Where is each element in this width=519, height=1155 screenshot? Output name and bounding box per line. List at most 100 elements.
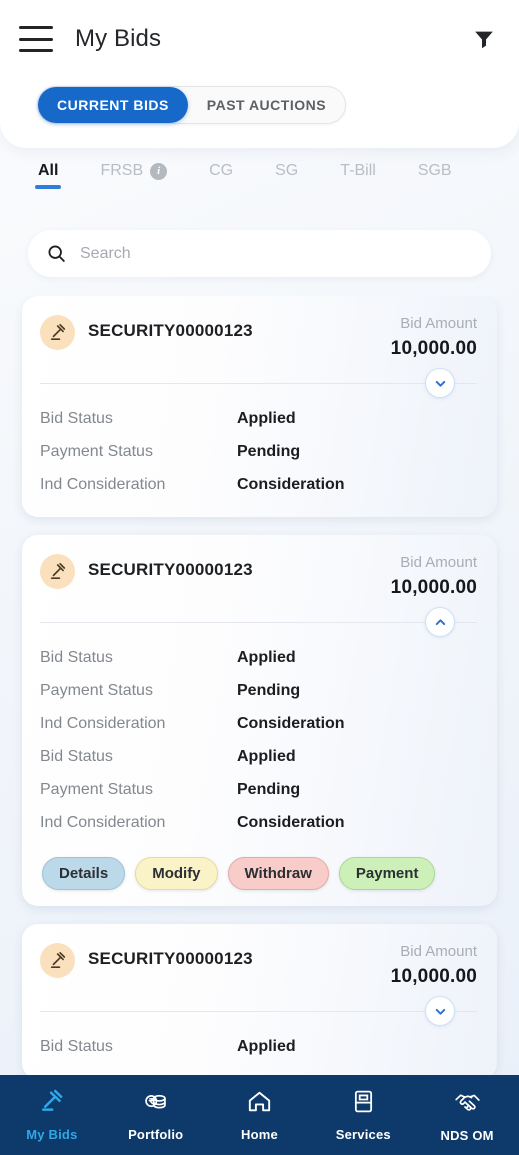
tab-cg[interactable]: CG xyxy=(209,162,233,189)
info-icon[interactable]: i xyxy=(150,162,168,180)
tab-all[interactable]: All xyxy=(35,162,62,189)
filter-funnel-icon[interactable] xyxy=(471,26,497,52)
category-tabs: All FRSB i CG SG T-Bill SGB xyxy=(0,162,519,208)
tab-active-underline xyxy=(35,185,62,189)
bids-segmented-control[interactable]: CURRENT BIDS PAST AUCTIONS xyxy=(37,86,347,124)
bid-card-header: SECURITY00000123 Bid Amount 10,000.00 xyxy=(40,314,477,360)
bid-amount-value: 10,000.00 xyxy=(390,966,477,987)
bid-amount-block: Bid Amount 10,000.00 xyxy=(391,942,477,988)
nav-label: Home xyxy=(241,1127,278,1142)
detail-row: Payment Status Pending xyxy=(40,674,477,707)
detail-value: Applied xyxy=(237,747,296,765)
bid-amount-block: Bid Amount 10,000.00 xyxy=(391,553,477,599)
detail-label: Ind Consideration xyxy=(40,475,166,493)
card-divider-area xyxy=(40,607,477,637)
segment-past-auctions[interactable]: PAST AUCTIONS xyxy=(188,87,345,123)
bid-amount-value: 10,000.00 xyxy=(390,338,477,359)
detail-value: Pending xyxy=(237,681,301,699)
bid-amount-label: Bid Amount xyxy=(400,315,477,332)
tab-frsb-label: FRSB xyxy=(100,162,144,179)
page-title: My Bids xyxy=(75,25,162,52)
hamburger-menu-icon[interactable] xyxy=(19,26,53,52)
gavel-icon xyxy=(40,554,75,589)
detail-row: Bid Status Applied xyxy=(40,402,477,435)
search-input[interactable] xyxy=(80,244,491,263)
nav-item-my-bids[interactable]: My Bids xyxy=(0,1075,104,1155)
bid-detail-rows: Bid Status Applied Payment Status Pendin… xyxy=(40,402,477,501)
home-icon xyxy=(246,1088,273,1120)
segment-current-bids[interactable]: CURRENT BIDS xyxy=(38,87,188,123)
payment-button[interactable]: Payment xyxy=(338,857,436,890)
detail-value: Pending xyxy=(237,780,301,798)
tab-t-bill-label: T-Bill xyxy=(340,162,376,179)
search-icon xyxy=(46,243,67,264)
tab-sgb[interactable]: SGB xyxy=(418,162,452,189)
detail-label: Bid Status xyxy=(40,1037,113,1055)
bid-cards-list[interactable]: SECURITY00000123 Bid Amount 10,000.00 Bi… xyxy=(0,296,519,1086)
detail-row: Bid Status Applied xyxy=(40,641,477,674)
detail-value: Consideration xyxy=(237,714,345,732)
gavel-icon xyxy=(38,1088,65,1120)
detail-value: Applied xyxy=(237,648,296,666)
divider xyxy=(40,622,477,623)
chevron-down-icon[interactable] xyxy=(425,996,455,1026)
nav-label: My Bids xyxy=(26,1127,78,1142)
tab-cg-label: CG xyxy=(209,162,234,179)
bid-card-header: SECURITY00000123 Bid Amount 10,000.00 xyxy=(40,942,477,988)
detail-row: Bid Status Applied xyxy=(40,1030,477,1063)
bottom-navigation: My Bids Portfolio Home Services NDS OM xyxy=(0,1075,519,1155)
header-sheet: My Bids CURRENT BIDS PAST AUCTIONS xyxy=(0,0,519,148)
detail-row: Ind Consideration Consideration xyxy=(40,806,477,839)
nav-item-portfolio[interactable]: Portfolio xyxy=(104,1075,208,1155)
bid-card[interactable]: SECURITY00000123 Bid Amount 10,000.00 Bi… xyxy=(22,296,497,517)
detail-row: Ind Consideration Consideration xyxy=(40,707,477,740)
chevron-down-icon[interactable] xyxy=(425,368,455,398)
nav-label: Services xyxy=(335,1127,391,1142)
detail-value: Applied xyxy=(237,1037,296,1055)
tab-sgb-label: SGB xyxy=(417,162,452,179)
bid-amount-block: Bid Amount 10,000.00 xyxy=(391,314,477,360)
ledger-book-icon xyxy=(350,1088,377,1120)
nav-item-home[interactable]: Home xyxy=(208,1075,312,1155)
detail-label: Payment Status xyxy=(40,681,153,699)
detail-label: Bid Status xyxy=(40,409,113,427)
gavel-icon xyxy=(40,943,75,978)
handshake-icon xyxy=(453,1087,482,1121)
bid-amount-label: Bid Amount xyxy=(400,554,477,571)
detail-label: Bid Status xyxy=(40,747,113,765)
bid-detail-rows: Bid Status Applied Payment Status Pendin… xyxy=(40,641,477,839)
detail-label: Ind Consideration xyxy=(40,813,166,831)
detail-label: Payment Status xyxy=(40,780,153,798)
bid-card[interactable]: SECURITY00000123 Bid Amount 10,000.00 Bi… xyxy=(22,535,497,906)
detail-value: Pending xyxy=(237,442,301,460)
divider xyxy=(40,383,477,384)
details-button[interactable]: Details xyxy=(42,857,126,890)
bid-card-header: SECURITY00000123 Bid Amount 10,000.00 xyxy=(40,553,477,599)
detail-value: Applied xyxy=(237,409,296,427)
search-bar[interactable] xyxy=(28,230,491,277)
card-divider-area xyxy=(40,996,477,1026)
bid-detail-rows: Bid Status Applied xyxy=(40,1030,477,1063)
gavel-icon xyxy=(40,315,75,350)
detail-row: Bid Status Applied xyxy=(40,740,477,773)
tab-sg-label: SG xyxy=(275,162,299,179)
tab-sg[interactable]: SG xyxy=(275,162,298,189)
tab-frsb[interactable]: FRSB i xyxy=(100,162,168,189)
nav-item-nds-om[interactable]: NDS OM xyxy=(415,1075,519,1155)
coins-rupee-icon xyxy=(142,1088,169,1120)
bid-card[interactable]: SECURITY00000123 Bid Amount 10,000.00 Bi… xyxy=(22,924,497,1079)
nav-item-services[interactable]: Services xyxy=(311,1075,415,1155)
withdraw-button[interactable]: Withdraw xyxy=(227,857,329,890)
bid-amount-value: 10,000.00 xyxy=(390,577,477,598)
detail-label: Bid Status xyxy=(40,648,113,666)
app-root: My Bids CURRENT BIDS PAST AUCTIONS All F… xyxy=(0,0,519,1155)
divider xyxy=(40,1011,477,1012)
detail-row: Ind Consideration Consideration xyxy=(40,468,477,501)
detail-row: Payment Status Pending xyxy=(40,435,477,468)
chevron-up-icon[interactable] xyxy=(425,607,455,637)
bid-amount-label: Bid Amount xyxy=(400,943,477,960)
tab-t-bill[interactable]: T-Bill xyxy=(340,162,376,189)
header-bar: My Bids xyxy=(0,16,519,62)
modify-button[interactable]: Modify xyxy=(135,857,218,890)
security-name: SECURITY00000123 xyxy=(88,321,253,340)
